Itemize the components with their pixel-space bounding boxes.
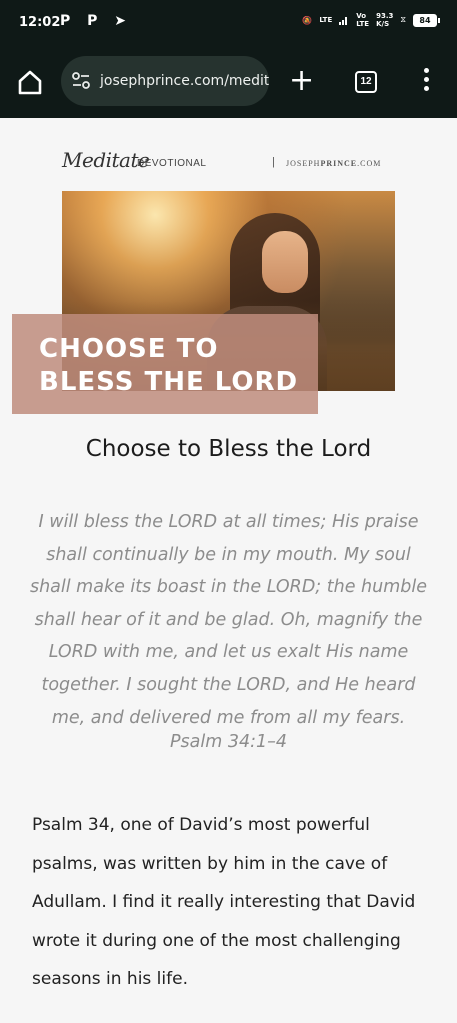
hero-title-overlay: CHOOSE TO BLESS THE LORD bbox=[12, 314, 318, 414]
status-right-icons: 🔕 LTE Vo LTE 93.3 K/S ⧖ 84 bbox=[302, 12, 440, 28]
hero-person-face bbox=[262, 231, 308, 293]
hero-title-line2: BLESS THE LORD bbox=[39, 367, 299, 397]
tab-switcher-button[interactable]: 12 bbox=[355, 71, 377, 93]
signal-icon bbox=[339, 15, 349, 25]
scripture-reference: Psalm 34:1–4 bbox=[169, 732, 288, 752]
notification-icons: P P ➤ bbox=[60, 13, 132, 29]
home-button[interactable] bbox=[16, 68, 44, 96]
page-title: Choose to Bless the Lord bbox=[85, 436, 372, 462]
site-link[interactable]: JOSEPHPRINCE.COM bbox=[286, 159, 381, 168]
scripture-verse: I will bless the LORD at all times; His … bbox=[29, 512, 428, 728]
new-tab-button[interactable]: + bbox=[289, 66, 314, 96]
home-icon bbox=[18, 70, 42, 95]
browser-toolbar: josephprince.com/medit + 12 bbox=[0, 44, 457, 118]
devotional-label: DEVOTIONAL bbox=[137, 158, 207, 169]
notification-p-icons: P P bbox=[60, 13, 104, 29]
alarm-icon: ⧖ bbox=[400, 15, 406, 24]
site-settings-icon[interactable] bbox=[71, 71, 91, 91]
mute-icon: 🔕 bbox=[302, 15, 313, 25]
status-time: 12:02 bbox=[19, 15, 61, 30]
status-bar: 12:02 P P ➤ 🔕 LTE Vo LTE 93.3 K/S ⧖ 84 bbox=[0, 0, 457, 44]
volte-indicator: Vo LTE bbox=[356, 12, 370, 28]
hero-title-line1: CHOOSE TO bbox=[39, 334, 219, 364]
body-paragraph: Psalm 34, one of David’s most powerful p… bbox=[32, 815, 416, 989]
telegram-icon: ➤ bbox=[114, 13, 133, 29]
header-separator: | bbox=[272, 156, 275, 168]
plus-icon: + bbox=[289, 63, 315, 98]
overflow-menu-button[interactable] bbox=[422, 68, 430, 94]
speed-indicator: 93.3 K/S bbox=[376, 12, 394, 28]
url-text[interactable]: josephprince.com/medit bbox=[100, 73, 269, 89]
network-lte-1: LTE bbox=[319, 16, 333, 24]
web-page: Meditate DEVOTIONAL | JOSEPHPRINCE.COM C… bbox=[0, 118, 457, 1023]
site-header: Meditate DEVOTIONAL | JOSEPHPRINCE.COM bbox=[0, 146, 457, 176]
more-vert-icon bbox=[423, 68, 429, 73]
battery-icon: 84 bbox=[413, 13, 440, 27]
address-bar[interactable]: josephprince.com/medit bbox=[61, 56, 269, 106]
